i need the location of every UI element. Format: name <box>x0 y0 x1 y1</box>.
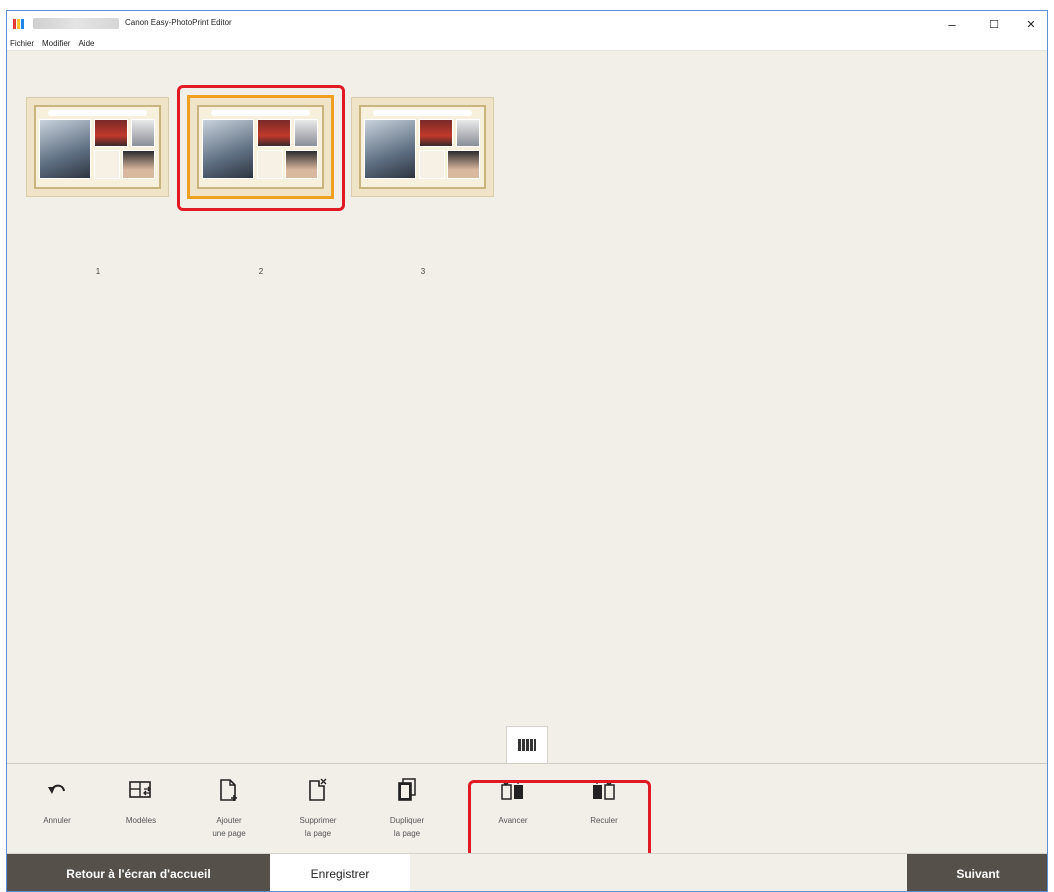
maximize-button[interactable]: ☐ <box>981 15 1007 33</box>
templates-icon <box>129 774 153 806</box>
page-number-1: 1 <box>95 267 101 276</box>
undo-label: Annuler <box>43 816 71 825</box>
app-window: Canon Easy-PhotoPrint Editor – ☐ ✕ Fichi… <box>6 10 1048 892</box>
delete-page-label: Supprimer la page <box>299 816 337 838</box>
duplicate-page-icon <box>397 774 417 806</box>
filmstrip-icon[interactable] <box>506 726 548 763</box>
move-backward-button[interactable]: Reculer <box>568 774 640 850</box>
page-thumbnail-3[interactable] <box>351 97 494 197</box>
undo-button[interactable]: Annuler <box>21 774 93 850</box>
footer-bar: Retour à l'écran d'accueil Enregistrer S… <box>7 853 1047 891</box>
window-title: Canon Easy-PhotoPrint Editor <box>125 18 232 27</box>
add-page-icon <box>219 774 239 806</box>
delete-page-icon <box>308 774 328 806</box>
move-backward-icon <box>592 774 616 806</box>
page-number-2: 2 <box>258 267 264 276</box>
page-number-3: 3 <box>420 267 426 276</box>
app-logo-icon <box>13 19 27 29</box>
move-forward-icon <box>501 774 525 806</box>
menu-fichier[interactable]: Fichier <box>10 39 34 48</box>
page-thumbnail-1[interactable] <box>26 97 169 197</box>
minimize-button[interactable]: – <box>939 15 965 33</box>
duplicate-page-label: Dupliquer la page <box>389 816 425 838</box>
menu-modifier[interactable]: Modifier <box>42 39 70 48</box>
title-bar: Canon Easy-PhotoPrint Editor – ☐ ✕ <box>7 11 1047 37</box>
page-thumbnail-2[interactable] <box>187 95 334 199</box>
editing-toolbar: Annuler Modèles Ajouter une page Supprim… <box>7 763 1047 866</box>
next-button[interactable]: Suivant <box>907 854 1047 891</box>
home-button[interactable]: Retour à l'écran d'accueil <box>7 854 270 891</box>
menu-aide[interactable]: Aide <box>78 39 94 48</box>
menu-bar: Fichier Modifier Aide <box>7 37 1047 51</box>
blurred-file-name <box>33 18 119 29</box>
move-forward-button[interactable]: Avancer <box>477 774 549 850</box>
undo-icon <box>46 774 68 806</box>
delete-page-button[interactable]: Supprimer la page <box>282 774 354 850</box>
page-list-area: 1 2 3 <box>7 51 1047 773</box>
add-page-label: Ajouter une page <box>212 816 246 838</box>
move-backward-label: Reculer <box>590 816 618 825</box>
save-button[interactable]: Enregistrer <box>270 854 410 891</box>
move-forward-label: Avancer <box>498 816 528 825</box>
add-page-button[interactable]: Ajouter une page <box>193 774 265 850</box>
templates-label: Modèles <box>125 816 157 825</box>
templates-button[interactable]: Modèles <box>105 774 177 850</box>
duplicate-page-button[interactable]: Dupliquer la page <box>371 774 443 850</box>
close-button[interactable]: ✕ <box>1018 15 1044 33</box>
